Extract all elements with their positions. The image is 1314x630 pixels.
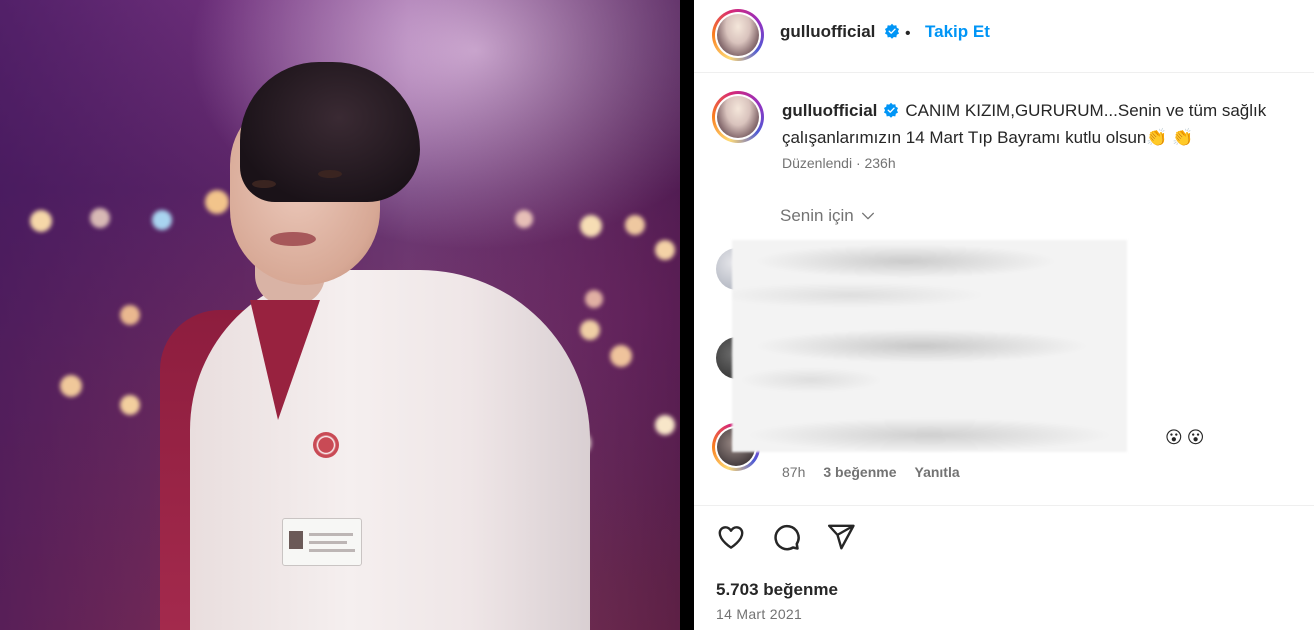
post-header: gulluofficial • Takip Et xyxy=(694,0,1314,73)
panel-divider xyxy=(680,0,694,630)
author-username[interactable]: gulluofficial xyxy=(780,22,875,41)
comments-filter-label: Senin için xyxy=(780,206,854,225)
author-name-row: gulluofficial xyxy=(780,22,900,42)
comment-meta: 87h 3 beğenme Yanıtla xyxy=(782,464,960,480)
verified-icon xyxy=(884,102,899,118)
white-coat xyxy=(190,270,590,630)
bokeh-light xyxy=(655,415,675,435)
bokeh-light xyxy=(655,240,675,260)
id-line xyxy=(309,541,347,544)
comment-button[interactable] xyxy=(769,520,803,554)
bokeh-light xyxy=(580,215,602,237)
bokeh-light xyxy=(90,208,110,228)
caption-meta: Düzenlendi · 236h xyxy=(782,155,896,171)
bokeh-light xyxy=(625,215,645,235)
app-frame: gulluofficial • Takip Et gulluofficial C… xyxy=(0,0,1314,630)
id-line xyxy=(309,533,353,536)
badge-reel xyxy=(313,432,339,458)
eye xyxy=(252,180,276,188)
post-photo[interactable] xyxy=(0,0,680,630)
heart-icon xyxy=(718,526,744,549)
share-icon xyxy=(827,524,855,550)
post-date: 14 Mart 2021 xyxy=(716,606,803,622)
eye xyxy=(318,170,342,178)
share-button[interactable] xyxy=(824,520,858,554)
caption-username[interactable]: gulluofficial xyxy=(782,101,877,120)
id-card xyxy=(282,518,362,566)
comment-time: 87h xyxy=(782,464,806,480)
bokeh-light xyxy=(205,190,229,214)
post-caption: gulluofficial CANIM KIZIM,GURURUM...Seni… xyxy=(782,97,1282,151)
reply-button[interactable]: Yanıtla xyxy=(915,464,960,480)
id-photo xyxy=(289,531,303,549)
id-line xyxy=(309,549,355,552)
author-avatar[interactable] xyxy=(712,9,764,61)
follow-button[interactable]: Takip Et xyxy=(925,22,990,42)
verified-icon xyxy=(884,23,899,39)
comment-icon xyxy=(774,524,800,551)
action-bar xyxy=(714,520,858,554)
bokeh-light xyxy=(120,395,140,415)
bokeh-light xyxy=(585,290,603,308)
bokeh-light xyxy=(610,345,632,367)
actions-divider xyxy=(694,505,1314,506)
bokeh-light xyxy=(60,375,82,397)
bokeh-light xyxy=(120,305,140,325)
comments-filter-dropdown[interactable]: Senin için xyxy=(780,206,876,226)
comment-emojis: 😮😮 xyxy=(1165,428,1209,447)
post-side-panel: gulluofficial • Takip Et gulluofficial C… xyxy=(694,0,1314,630)
header-separator: • xyxy=(905,25,911,42)
likes-count[interactable]: 5.703 beğenme xyxy=(716,580,838,600)
like-button[interactable] xyxy=(714,520,748,554)
blurred-comments xyxy=(732,240,1127,452)
bokeh-light xyxy=(30,210,52,232)
comment-likes[interactable]: 3 beğenme xyxy=(823,464,896,480)
chevron-down-icon xyxy=(861,212,874,220)
caption-author-avatar[interactable] xyxy=(712,91,764,143)
bokeh-light xyxy=(515,210,533,228)
bokeh-light xyxy=(152,210,172,230)
bokeh-light xyxy=(580,320,600,340)
lips xyxy=(270,232,316,246)
